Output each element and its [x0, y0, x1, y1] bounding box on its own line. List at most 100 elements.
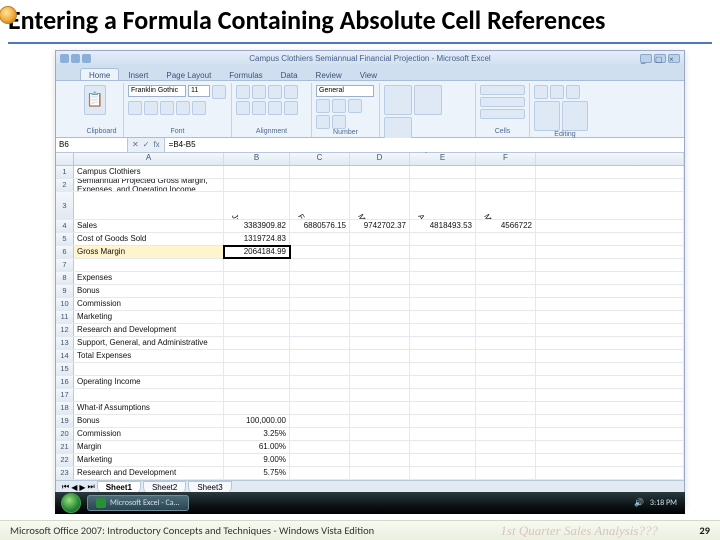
cell-a10[interactable]: Commission — [74, 298, 224, 310]
cell-f7[interactable] — [476, 259, 536, 271]
cell-a14[interactable]: Total Expenses — [74, 350, 224, 362]
merge-button[interactable] — [284, 101, 298, 115]
row-header[interactable]: 15 — [56, 363, 74, 375]
row-header[interactable]: 11 — [56, 311, 74, 323]
row-3[interactable]: 3JanuaryFebruaryMarchAprilMay — [56, 192, 684, 220]
cell-c15[interactable] — [290, 363, 350, 375]
cell-rest[interactable] — [536, 166, 684, 178]
align-center-button[interactable] — [252, 101, 266, 115]
font-size-combo[interactable]: 11 — [188, 85, 210, 97]
cell-a16[interactable]: Operating Income — [74, 376, 224, 388]
cell-b8[interactable] — [224, 272, 290, 284]
cell-e2[interactable] — [410, 179, 476, 191]
system-tray[interactable]: 🔊 3:18 PM — [634, 498, 685, 508]
cell-c12[interactable] — [290, 324, 350, 336]
cell-d19[interactable] — [350, 415, 410, 427]
row-14[interactable]: 14Total Expenses — [56, 350, 684, 363]
cell-d1[interactable] — [350, 166, 410, 178]
cell-b20[interactable]: 3.25% — [224, 428, 290, 440]
bold-button[interactable] — [212, 85, 226, 99]
row-header[interactable]: 7 — [56, 259, 74, 271]
paste-button[interactable]: 📋 — [84, 85, 106, 115]
cell-rest[interactable] — [536, 337, 684, 349]
cell-e6[interactable] — [410, 246, 476, 258]
row-5[interactable]: 5Cost of Goods Sold1319724.83 — [56, 233, 684, 246]
worksheet-area[interactable]: A B C D E F 1Campus Clothiers2Semiannual… — [56, 153, 684, 480]
cell-a17[interactable] — [74, 389, 224, 401]
cell-c1[interactable] — [290, 166, 350, 178]
align-right-button[interactable] — [268, 101, 282, 115]
cell-c7[interactable] — [290, 259, 350, 271]
cell-d2[interactable] — [350, 179, 410, 191]
cell-rest[interactable] — [536, 415, 684, 427]
cell-f11[interactable] — [476, 311, 536, 323]
row-header[interactable]: 23 — [56, 467, 74, 479]
sheet-nav-next-icon[interactable]: ▶ — [79, 483, 85, 492]
close-button[interactable]: × — [668, 54, 680, 63]
insert-cells-button[interactable] — [480, 85, 525, 95]
qat-undo-icon[interactable] — [71, 54, 80, 63]
align-left-button[interactable] — [236, 101, 250, 115]
cell-b13[interactable] — [224, 337, 290, 349]
cell-a23[interactable]: Research and Development — [74, 467, 224, 479]
cell-f15[interactable] — [476, 363, 536, 375]
sheet-nav-last-icon[interactable]: ⏭ — [88, 482, 95, 492]
align-middle-button[interactable] — [252, 85, 266, 99]
col-header-b[interactable]: B — [224, 153, 290, 165]
cell-b12[interactable] — [224, 324, 290, 336]
cell-f21[interactable] — [476, 441, 536, 453]
cell-d18[interactable] — [350, 402, 410, 414]
row-header[interactable]: 14 — [56, 350, 74, 362]
format-as-table-button[interactable] — [414, 85, 442, 115]
cell-d22[interactable] — [350, 454, 410, 466]
cancel-icon[interactable]: ✕ — [132, 140, 139, 149]
cell-rest[interactable] — [536, 324, 684, 336]
cell-d14[interactable] — [350, 350, 410, 362]
autosum-button[interactable] — [534, 85, 548, 99]
cell-d7[interactable] — [350, 259, 410, 271]
cell-rest[interactable] — [536, 246, 684, 258]
cell-f2[interactable] — [476, 179, 536, 191]
cell-e4[interactable]: 4818493.53 — [410, 220, 476, 232]
cell-a8[interactable]: Expenses — [74, 272, 224, 284]
start-button[interactable] — [61, 493, 81, 513]
taskbar-excel-button[interactable]: Microsoft Excel - Ca... — [87, 495, 189, 511]
cell-rest[interactable] — [536, 389, 684, 401]
cells-grid[interactable]: 1Campus Clothiers2Semiannual Projected G… — [56, 166, 684, 480]
minimize-button[interactable]: _ — [640, 54, 652, 63]
cell-rest[interactable] — [536, 311, 684, 323]
row-18[interactable]: 18What-if Assumptions — [56, 402, 684, 415]
sort-filter-button[interactable] — [534, 101, 560, 131]
col-header-a[interactable]: A — [74, 153, 224, 165]
cell-b14[interactable] — [224, 350, 290, 362]
cell-e1[interactable] — [410, 166, 476, 178]
row-1[interactable]: 1Campus Clothiers — [56, 166, 684, 179]
cell-a19[interactable]: Bonus — [74, 415, 224, 427]
cell-e11[interactable] — [410, 311, 476, 323]
cell-c6[interactable] — [290, 246, 350, 258]
row-header[interactable]: 21 — [56, 441, 74, 453]
row-header[interactable]: 1 — [56, 166, 74, 178]
cell-d15[interactable] — [350, 363, 410, 375]
row-17[interactable]: 17 — [56, 389, 684, 402]
name-box[interactable]: B6 — [56, 138, 128, 152]
cell-e12[interactable] — [410, 324, 476, 336]
cell-d21[interactable] — [350, 441, 410, 453]
cell-c16[interactable] — [290, 376, 350, 388]
cell-e23[interactable] — [410, 467, 476, 479]
tab-review[interactable]: Review — [307, 68, 351, 80]
row-header[interactable]: 9 — [56, 285, 74, 297]
col-header-d[interactable]: D — [350, 153, 410, 165]
cell-rest[interactable] — [536, 350, 684, 362]
row-21[interactable]: 21Margin61.00% — [56, 441, 684, 454]
cell-d9[interactable] — [350, 285, 410, 297]
cell-b16[interactable] — [224, 376, 290, 388]
row-header[interactable]: 13 — [56, 337, 74, 349]
row-header[interactable]: 12 — [56, 324, 74, 336]
cell-a18[interactable]: What-if Assumptions — [74, 402, 224, 414]
cell-a22[interactable]: Marketing — [74, 454, 224, 466]
row-9[interactable]: 9Bonus — [56, 285, 684, 298]
cell-f4[interactable]: 4566722 — [476, 220, 536, 232]
cell-f23[interactable] — [476, 467, 536, 479]
row-header[interactable]: 3 — [56, 192, 74, 219]
